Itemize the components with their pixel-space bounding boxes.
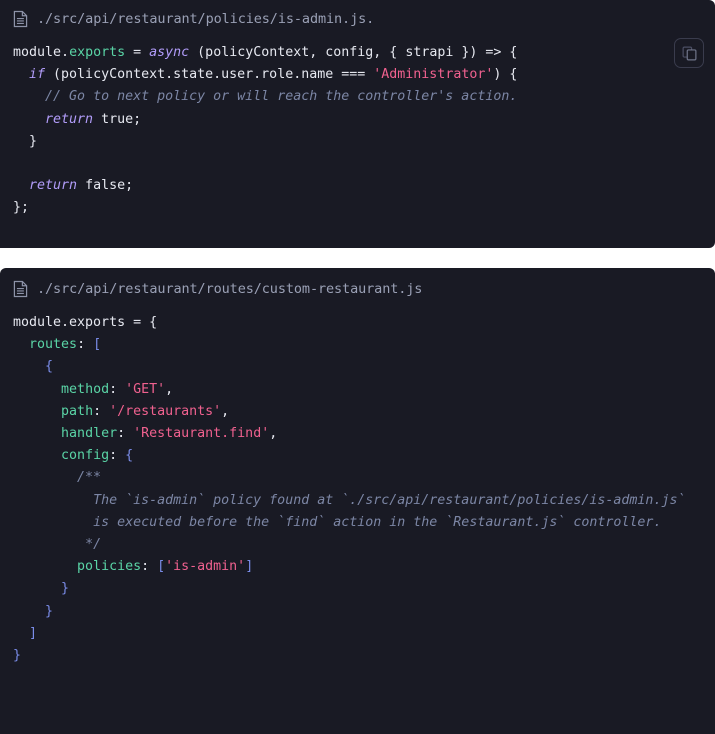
code-token: ] bbox=[29, 625, 38, 641]
code-token: } bbox=[45, 603, 54, 619]
code-token: method bbox=[61, 381, 110, 397]
code-token: } bbox=[61, 581, 70, 597]
code-snippets-page: ./src/api/restaurant/policies/is-admin.j… bbox=[0, 0, 715, 734]
code-token: 'Restaurant.find' bbox=[133, 426, 270, 442]
code-token: */ bbox=[85, 537, 102, 553]
code-token: async bbox=[149, 45, 190, 60]
code-token: routes bbox=[29, 337, 78, 353]
code-token: The `is-admin` policy found at `./src/ap… bbox=[93, 492, 686, 508]
code-token: is executed before the `find` action in … bbox=[93, 514, 662, 530]
copy-code-button[interactable] bbox=[674, 38, 704, 68]
code-token: : bbox=[109, 381, 126, 397]
code-token: module.exports = { bbox=[13, 315, 158, 330]
code-token: false; bbox=[77, 178, 134, 194]
code-token: , bbox=[221, 403, 230, 419]
code-token: { bbox=[125, 448, 134, 464]
code-content[interactable]: module.exports = async (policyContext, c… bbox=[0, 26, 715, 220]
code-token: exports bbox=[69, 45, 126, 60]
code-token: : bbox=[93, 403, 110, 419]
code-token: : bbox=[77, 337, 94, 353]
code-token: if bbox=[29, 67, 46, 83]
card-divider-gap bbox=[0, 248, 715, 268]
code-token: path bbox=[61, 403, 94, 419]
code-token: return bbox=[29, 178, 78, 194]
code-block-custom-restaurant: ./src/api/restaurant/routes/custom-resta… bbox=[0, 268, 715, 734]
code-token: (policyContext, config, { strapi }) => { bbox=[189, 45, 518, 60]
code-token: . bbox=[61, 45, 70, 60]
code-token: }; bbox=[13, 200, 30, 216]
code-token: 'is-admin' bbox=[165, 559, 246, 575]
file-name-label: ./src/api/restaurant/routes/custom-resta… bbox=[37, 281, 423, 297]
code-block-is-admin: ./src/api/restaurant/policies/is-admin.j… bbox=[0, 0, 715, 248]
code-token: // Go to next policy or will reach the c… bbox=[45, 89, 518, 105]
file-header: ./src/api/restaurant/policies/is-admin.j… bbox=[0, 0, 715, 28]
code-token: '/restaurants' bbox=[109, 403, 222, 419]
code-token: return bbox=[45, 111, 94, 127]
code-token: , bbox=[165, 381, 174, 397]
code-token: : bbox=[141, 559, 158, 575]
code-token: : bbox=[109, 448, 126, 464]
document-icon bbox=[13, 10, 28, 28]
code-token: module bbox=[13, 45, 62, 60]
code-token: /** bbox=[77, 470, 102, 486]
code-token: { bbox=[45, 359, 54, 375]
code-token: handler bbox=[61, 426, 118, 442]
copy-icon bbox=[682, 46, 697, 61]
code-token: [ bbox=[157, 559, 166, 575]
code-token: , bbox=[269, 426, 278, 442]
code-token: 'Administrator' bbox=[373, 67, 494, 83]
code-token: ) { bbox=[493, 67, 518, 83]
code-token: ] bbox=[245, 559, 254, 575]
code-token: [ bbox=[93, 337, 102, 353]
file-header: ./src/api/restaurant/routes/custom-resta… bbox=[0, 268, 715, 298]
code-token: = bbox=[125, 45, 150, 60]
code-token: } bbox=[13, 648, 22, 664]
code-token: config bbox=[61, 448, 110, 464]
code-content[interactable]: module.exports = { routes: [ { method: '… bbox=[0, 294, 715, 667]
document-icon bbox=[13, 280, 28, 298]
code-token: (policyContext.state.user.role.name === bbox=[45, 67, 374, 83]
file-name-label: ./src/api/restaurant/policies/is-admin.j… bbox=[37, 11, 375, 27]
code-token: true; bbox=[93, 111, 142, 127]
code-token: policies bbox=[77, 559, 142, 575]
code-token: : bbox=[117, 426, 134, 442]
code-token: } bbox=[13, 133, 38, 149]
code-token: 'GET' bbox=[125, 381, 166, 397]
